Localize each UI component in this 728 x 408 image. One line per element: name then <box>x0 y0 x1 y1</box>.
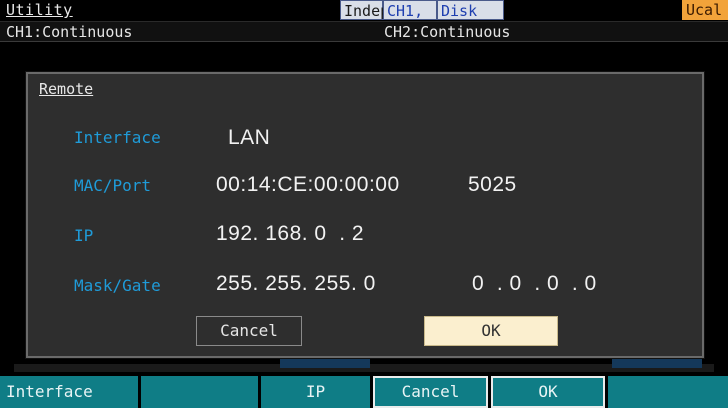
macport-label: MAC/Port <box>74 176 152 195</box>
softkey-cancel[interactable]: Cancel <box>373 376 488 408</box>
remote-dialog: Remote Interface LAN MAC/Port 00:14:CE:0… <box>26 72 704 358</box>
menu-title: Utility <box>6 1 73 19</box>
port-value[interactable]: 5025 <box>468 173 517 197</box>
background-slot <box>612 358 702 368</box>
channel-status-line: CH1:Continuous CH2:Continuous <box>0 22 728 42</box>
softkey-blank-6[interactable] <box>608 376 728 408</box>
softkey-interface[interactable]: Interface <box>0 376 138 408</box>
softkey-ip[interactable]: IP <box>261 376 370 408</box>
maskgate-label: Mask/Gate <box>74 276 161 295</box>
softkey-blank-2[interactable] <box>141 376 258 408</box>
ip-value[interactable]: 192. 168. 0 . 2 <box>216 222 364 246</box>
dialog-cancel-button[interactable]: Cancel <box>196 316 302 346</box>
channel-indicator: CH1, 2 <box>383 0 437 40</box>
dialog-ok-button[interactable]: OK <box>424 316 558 346</box>
interface-value[interactable]: LAN <box>228 126 270 150</box>
top-header-bar: Utility Indep CH1, 2 Disk Ucal <box>0 0 728 40</box>
dialog-title: Remote <box>39 80 94 98</box>
softkey-ok[interactable]: OK <box>491 376 605 408</box>
mode-indep-indicator: Indep <box>340 0 389 20</box>
disk-indicator: Disk <box>437 0 504 20</box>
ch1-status: CH1:Continuous <box>6 23 133 41</box>
ip-label: IP <box>74 226 94 245</box>
interface-label: Interface <box>74 128 161 147</box>
background-slot <box>280 358 370 368</box>
softkey-bar: Interface IP Cancel OK <box>0 376 728 408</box>
ucal-badge: Ucal <box>682 0 728 20</box>
subnet-mask-value[interactable]: 255. 255. 255. 0 <box>216 272 376 296</box>
mac-address-value: 00:14:CE:00:00:00 <box>216 173 400 196</box>
gateway-value[interactable]: 0 . 0 . 0 . 0 <box>472 272 597 296</box>
ch2-status: CH2:Continuous <box>384 23 511 41</box>
